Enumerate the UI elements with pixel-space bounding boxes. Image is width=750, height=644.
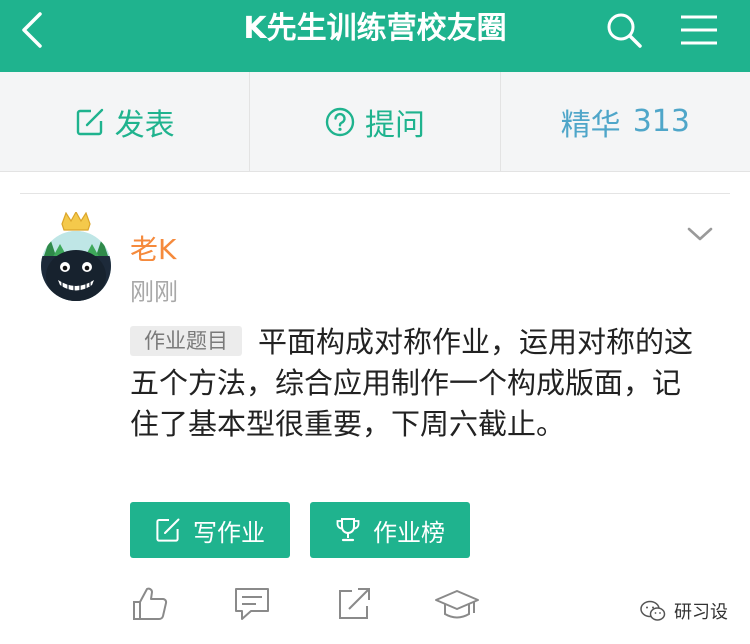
- question-icon: [325, 107, 355, 136]
- ask-button[interactable]: 提问: [250, 72, 501, 171]
- write-homework-label: 写作业: [193, 518, 265, 547]
- watermark: 研习设: [640, 597, 728, 625]
- wechat-icon: [640, 600, 666, 621]
- top-bar: K先生训练营校友圈: [0, 0, 750, 72]
- menu-icon[interactable]: [678, 10, 720, 50]
- featured-label: 精华: [560, 107, 621, 143]
- homework-tag: 作业题目: [130, 326, 242, 356]
- post-time: 刚刚: [130, 278, 178, 306]
- graduation-cap-icon[interactable]: [434, 586, 480, 622]
- post-label: 发表: [114, 107, 175, 143]
- featured-tab[interactable]: 精华 313: [501, 72, 750, 171]
- divider: [20, 193, 730, 194]
- chevron-down-icon[interactable]: [686, 222, 714, 246]
- author-name[interactable]: 老K: [130, 228, 176, 268]
- post-button[interactable]: 发表: [0, 72, 251, 171]
- write-homework-button[interactable]: 写作业: [130, 502, 290, 558]
- homework-ranking-label: 作业榜: [373, 518, 445, 547]
- trophy-icon: [336, 518, 360, 542]
- action-bar: 发表 提问 精华 313: [0, 72, 750, 172]
- edit-icon: [76, 108, 103, 135]
- avatar[interactable]: [40, 212, 112, 302]
- search-icon[interactable]: [604, 10, 644, 50]
- homework-ranking-button[interactable]: 作业榜: [310, 502, 470, 558]
- post-content: 作业题目 平面构成对称作业，运用对称的这五个方法，综合应用制作一个构成版面，记住了…: [130, 322, 705, 445]
- featured-count: 313: [632, 104, 690, 139]
- ask-label: 提问: [364, 107, 425, 143]
- watermark-text: 研习设: [674, 602, 728, 623]
- share-icon[interactable]: [334, 586, 374, 622]
- edit-icon: [156, 518, 180, 542]
- comment-icon[interactable]: [232, 586, 272, 622]
- like-icon[interactable]: [130, 586, 170, 622]
